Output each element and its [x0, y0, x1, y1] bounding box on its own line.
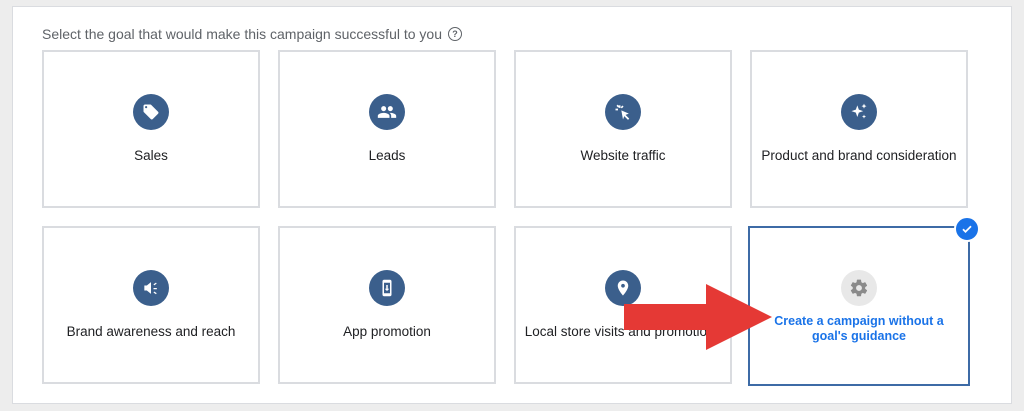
- goal-card-no-guidance[interactable]: Create a campaign without a goal's guida…: [748, 216, 980, 386]
- red-arrow-icon: [624, 284, 772, 350]
- selected-check-icon: [954, 216, 980, 242]
- goal-heading: Select the goal that would make this cam…: [42, 26, 462, 42]
- goal-card-label: Sales: [134, 148, 168, 163]
- goal-card-website-traffic[interactable]: Website traffic: [514, 50, 732, 208]
- cursor-click-icon: [605, 94, 641, 130]
- goal-card-label: Brand awareness and reach: [66, 324, 236, 339]
- goal-card-leads[interactable]: Leads: [278, 50, 496, 208]
- speaker-icon: [133, 270, 169, 306]
- goal-card-label: App promotion: [343, 324, 431, 339]
- sparkle-icon: [841, 94, 877, 130]
- people-icon: [369, 94, 405, 130]
- goal-card-label: Product and brand consideration: [761, 148, 957, 163]
- goal-card-sales[interactable]: Sales: [42, 50, 260, 208]
- goal-card-brand-awareness[interactable]: Brand awareness and reach: [42, 226, 260, 384]
- goal-card-label: Website traffic: [580, 148, 666, 163]
- tag-icon: [133, 94, 169, 130]
- goal-card-label: Leads: [368, 148, 406, 163]
- question-circle-icon[interactable]: ?: [448, 27, 462, 41]
- phone-download-icon: [369, 270, 405, 306]
- goal-card-app-promotion[interactable]: App promotion: [278, 226, 496, 384]
- gear-icon: [841, 270, 877, 306]
- goal-card-label: Create a campaign without a goal's guida…: [774, 314, 944, 343]
- goal-heading-text: Select the goal that would make this cam…: [42, 26, 442, 42]
- goal-card-product-brand[interactable]: Product and brand consideration: [750, 50, 968, 208]
